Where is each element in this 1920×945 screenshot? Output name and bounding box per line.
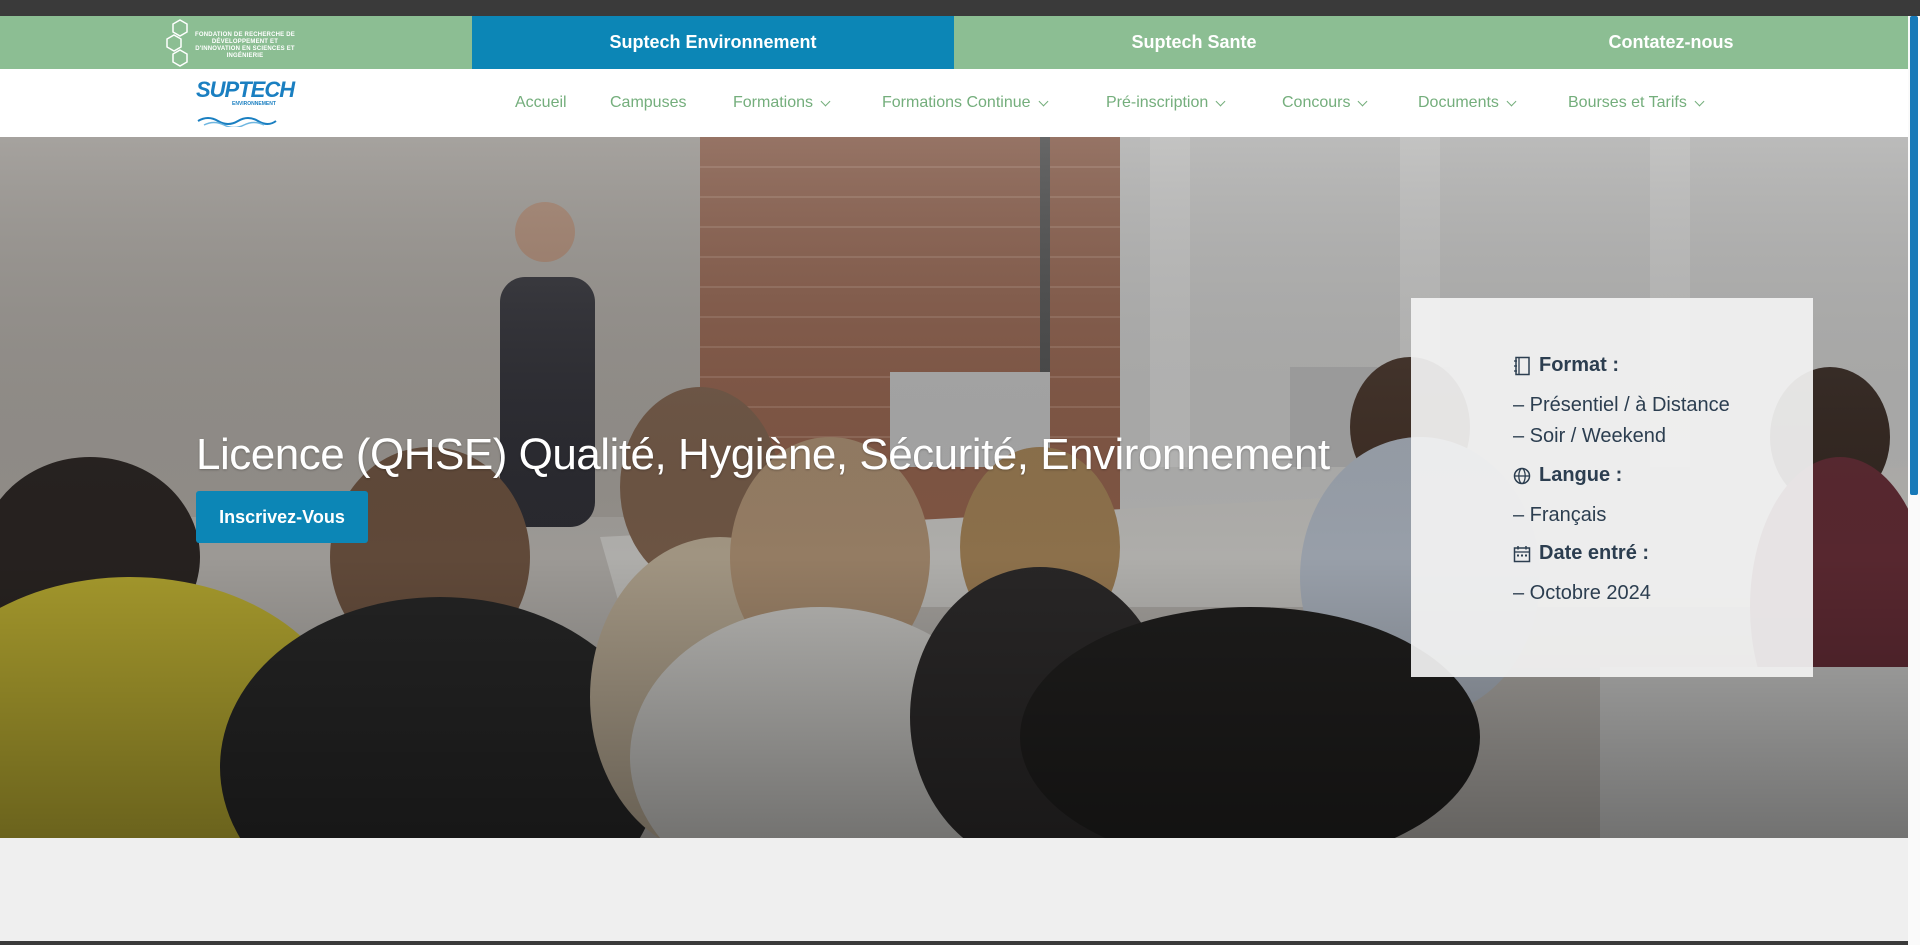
date-line: – Octobre 2024 xyxy=(1513,582,1651,604)
scrollbar-thumb[interactable] xyxy=(1910,16,1918,495)
tab-suptech-environnement[interactable]: Suptech Environnement xyxy=(472,16,954,69)
chevron-down-icon xyxy=(820,96,831,106)
format-line: – Présentiel / à Distance xyxy=(1513,394,1730,416)
format-line: – Soir / Weekend xyxy=(1513,425,1667,447)
date-heading: Date entré : xyxy=(1513,542,1649,565)
date-label: Date entré : xyxy=(1539,542,1650,564)
nav-item-label: Campuses xyxy=(610,94,687,111)
globe-icon xyxy=(1513,467,1531,484)
tab-contact[interactable]: Contatez-nous xyxy=(1434,16,1908,69)
nav-item-pre-inscription[interactable]: Pré-inscription xyxy=(1106,69,1226,137)
format-label: Format : xyxy=(1539,354,1619,376)
nav-item-label: Accueil xyxy=(515,94,567,111)
program-info-card: Format : – Présentiel / à Distance – Soi… xyxy=(1411,298,1813,677)
chevron-down-icon xyxy=(1506,96,1517,106)
nav-item-concours[interactable]: Concours xyxy=(1282,69,1368,137)
nav-item-formations[interactable]: Formations xyxy=(733,69,831,137)
langue-heading: Langue : xyxy=(1513,464,1622,487)
langue-label: Langue : xyxy=(1539,464,1623,486)
nav-item-label: Formations Continue xyxy=(882,94,1031,111)
browser-bottom-strip xyxy=(0,941,1908,945)
hero-section: Licence (QHSE) Qualité, Hygiène, Sécurit… xyxy=(0,137,1908,838)
nav-item-campuses[interactable]: Campuses xyxy=(610,69,686,137)
format-heading: Format : xyxy=(1513,354,1619,377)
calendar-icon xyxy=(1513,545,1531,562)
logo-wordmark: SUPTECH xyxy=(196,77,295,102)
main-navbar: SUPTECH ENVIRONNEMENT Accueil Campuses F… xyxy=(0,69,1908,137)
nav-item-label: Documents xyxy=(1418,94,1499,111)
chevron-down-icon xyxy=(1038,96,1048,106)
nav-item-label: Bourses et Tarifs xyxy=(1568,94,1687,111)
chevron-down-icon xyxy=(1358,96,1368,106)
chevron-down-icon xyxy=(1694,96,1705,106)
notebook-icon xyxy=(1514,356,1530,375)
top-bar: FONDATION DE RECHERCHE DE DÉVELOPPEMENT … xyxy=(0,16,1908,69)
nav-item-label: Formations xyxy=(733,94,814,111)
chevron-down-icon xyxy=(1215,96,1226,106)
nav-item-label: Concours xyxy=(1282,94,1351,111)
nav-item-label: Pré-inscription xyxy=(1106,94,1209,111)
hexagon-chain-icon xyxy=(166,19,188,67)
suptech-logo[interactable]: SUPTECH ENVIRONNEMENT xyxy=(196,77,295,127)
nav-item-documents[interactable]: Documents xyxy=(1418,69,1517,137)
browser-top-strip xyxy=(0,0,1920,16)
hero-title: Licence (QHSE) Qualité, Hygiène, Sécurit… xyxy=(196,430,1330,479)
wave-icon xyxy=(197,117,277,127)
foundation-logo[interactable]: FONDATION DE RECHERCHE DE DÉVELOPPEMENT … xyxy=(165,18,305,68)
nav-item-bourses-et-tarifs[interactable]: Bourses et Tarifs xyxy=(1568,69,1705,137)
logo-subtitle: ENVIRONNEMENT xyxy=(232,101,276,107)
nav-item-formations-continue[interactable]: Formations Continue xyxy=(882,69,1048,137)
foundation-name: FONDATION DE RECHERCHE DE DÉVELOPPEMENT … xyxy=(195,32,295,59)
inscrivez-vous-button[interactable]: Inscrivez-Vous xyxy=(196,491,368,543)
page-scrollbar[interactable] xyxy=(1908,16,1920,945)
tab-suptech-sante[interactable]: Suptech Sante xyxy=(954,16,1434,69)
nav-item-accueil[interactable]: Accueil xyxy=(515,69,567,137)
langue-line: – Français xyxy=(1513,504,1607,526)
